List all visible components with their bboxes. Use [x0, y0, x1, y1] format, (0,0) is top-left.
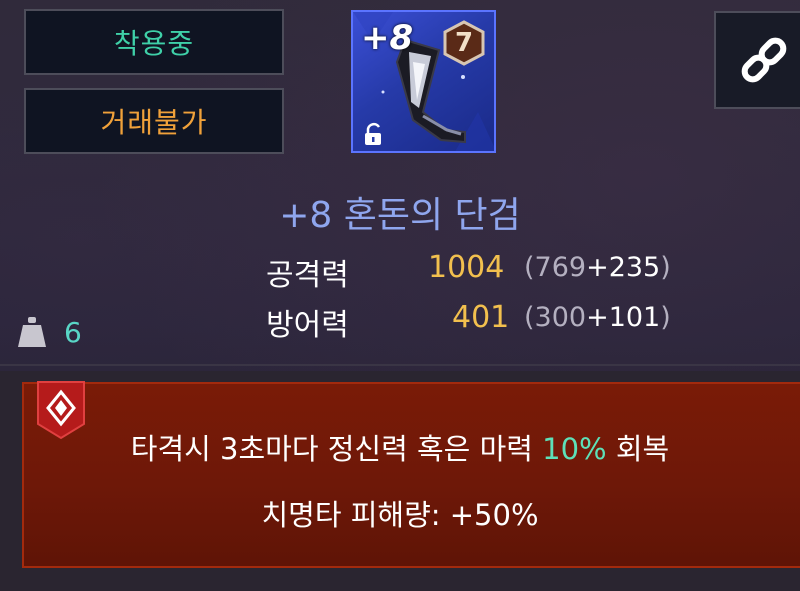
tier-badge: 7: [441, 20, 487, 66]
attack-base: (769: [524, 252, 587, 283]
defense-bonus: +101: [586, 302, 661, 333]
defense-base: (300: [524, 302, 587, 333]
item-name: +8 혼돈의 단검: [279, 195, 521, 236]
unlock-icon: [365, 122, 381, 145]
untradable-tag: 거래불가: [24, 88, 284, 154]
link-button[interactable]: [714, 11, 800, 109]
special-effect-box: [22, 382, 800, 568]
defense-breakdown: (300+101): [524, 302, 671, 333]
defense-label: 방어력: [266, 308, 349, 343]
effect-line-2: 치명타 피해량: +50%: [261, 498, 539, 532]
weight-icon: [18, 317, 46, 347]
attack-breakdown: (769+235): [524, 252, 671, 283]
attack-label: 공격력: [266, 258, 349, 293]
tier-value: 7: [454, 28, 474, 58]
defense-close: ): [660, 302, 671, 333]
untradable-label: 거래불가: [100, 106, 208, 139]
defense-total: 401: [452, 300, 510, 335]
weight-value: 6: [64, 316, 82, 349]
enhancement-label: +8: [361, 18, 414, 58]
effect-text-1: 타격시 3초마다 정신력 혹은 마력: [130, 432, 543, 466]
effect-line-1: 타격시 3초마다 정신력 혹은 마력 10% 회복: [30, 426, 770, 468]
attack-close: ): [660, 252, 671, 283]
equipped-tag: 착용중: [24, 9, 284, 75]
effect-highlight: 10%: [542, 432, 607, 466]
attack-total: 1004: [428, 250, 505, 285]
divider: [0, 364, 800, 366]
effect-panel: [0, 371, 800, 591]
attack-bonus: +235: [586, 252, 661, 283]
link-icon: [741, 37, 787, 83]
item-icon-slot[interactable]: +8 7: [351, 10, 496, 153]
effect-text-1-suffix: 회복: [606, 432, 670, 466]
equipped-label: 착용중: [113, 27, 195, 60]
